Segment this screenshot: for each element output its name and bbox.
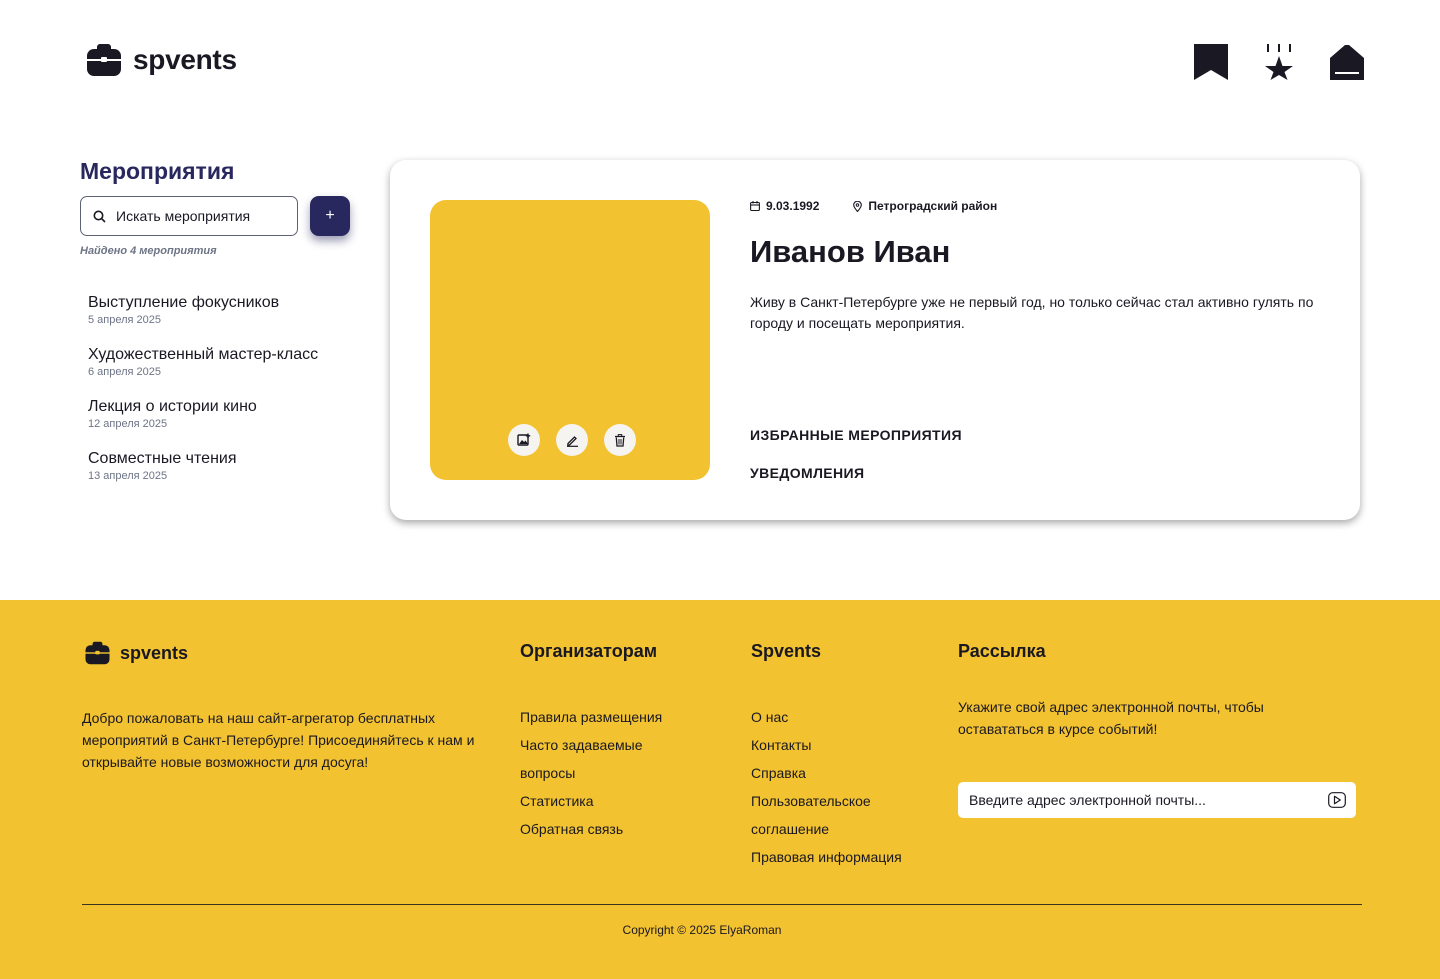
profile-card: 9.03.1992 Петроградский район Иванов Ива… (390, 160, 1360, 520)
newsletter-form (958, 782, 1356, 818)
event-date: 5 апреля 2025 (88, 314, 162, 326)
send-icon[interactable] (1328, 792, 1346, 808)
edit-icon (566, 435, 578, 447)
change-photo-button[interactable] (508, 424, 540, 456)
copyright: Copyright © 2025 ElyaRoman (622, 923, 782, 937)
event-title: Лекция о истории кино (88, 398, 257, 415)
newsletter-text: Укажите свой адрес электронной почты, чт… (958, 699, 1264, 737)
list-item[interactable]: Выступление фокусников 5 апреля 2025 (88, 293, 352, 327)
footer-logo[interactable]: spvents (84, 641, 188, 665)
favorites-star-icon[interactable] (1262, 44, 1296, 80)
footer-spvents-title: Spvents (751, 641, 822, 661)
footer-link[interactable]: Справка (751, 759, 921, 787)
email-input[interactable] (969, 792, 1309, 808)
event-date: 12 апреля 2025 (88, 418, 168, 430)
header-nav (1194, 44, 1364, 80)
edit-photo-button[interactable] (556, 424, 588, 456)
footer-spvents-column: Spvents О нас Контакты Справка Пользоват… (751, 641, 921, 871)
suitcase-logo-icon (85, 641, 110, 665)
birth-date: 9.03.1992 (750, 199, 819, 213)
profile-meta: 9.03.1992 Петроградский район (750, 199, 997, 213)
list-item[interactable]: Лекция о истории кино 12 апреля 2025 (88, 397, 352, 431)
list-item[interactable]: Совместные чтения 13 апреля 2025 (88, 449, 352, 483)
footer-newsletter-title: Рассылка (958, 641, 1046, 661)
district-text: Петроградский район (868, 199, 998, 213)
profile-photo (430, 200, 710, 480)
footer-description: Добро пожаловать на наш сайт-агрегатор б… (82, 710, 475, 770)
delete-icon (615, 433, 625, 447)
event-title: Выступление фокусников (88, 294, 280, 311)
footer-divider (82, 904, 1362, 905)
footer-link[interactable]: О нас (751, 703, 921, 731)
add-event-button[interactable]: + (310, 196, 350, 236)
change-photo-icon (517, 433, 531, 446)
birth-date-text: 9.03.1992 (766, 199, 820, 213)
footer-link[interactable]: Часто задаваемые вопросы (520, 731, 690, 787)
event-list: Выступление фокусников 5 апреля 2025 Худ… (80, 293, 352, 483)
footer-organizers-title: Организаторам (520, 641, 658, 661)
profile-name: Иванов Иван (750, 234, 951, 269)
footer-link[interactable]: Правовая информация (751, 843, 921, 871)
sidebar-title: Мероприятия (80, 158, 235, 184)
photo-actions (508, 424, 636, 456)
suitcase-logo-icon (87, 44, 121, 76)
bookmark-icon[interactable] (1194, 44, 1228, 80)
event-date: 6 апреля 2025 (88, 366, 162, 378)
footer-link[interactable]: Статистика (520, 787, 690, 815)
home-icon[interactable] (1330, 44, 1364, 80)
found-count: Найдено 4 мероприятия (80, 245, 217, 257)
footer-organizers-column: Организаторам Правила размещения Часто з… (520, 641, 690, 843)
search-input[interactable] (116, 208, 286, 224)
favorite-events-link[interactable]: ИЗБРАННЫЕ МЕРОПРИЯТИЯ (750, 427, 962, 443)
footer-link[interactable]: Пользовательское соглашение (751, 787, 921, 843)
location-pin-icon (853, 200, 863, 212)
search-row: + (80, 196, 352, 236)
footer-link[interactable]: Правила размещения (520, 703, 690, 731)
footer-link[interactable]: Контакты (751, 731, 921, 759)
search-box[interactable] (80, 196, 298, 236)
delete-photo-button[interactable] (604, 424, 636, 456)
calendar-icon (750, 201, 760, 211)
event-title: Совместные чтения (88, 450, 237, 467)
footer-newsletter-column: Рассылка Укажите свой адрес электронной … (958, 641, 1358, 818)
event-title: Художественный мастер-класс (88, 346, 319, 363)
logo-text: spvents (133, 44, 237, 75)
list-item[interactable]: Художественный мастер-класс 6 апреля 202… (88, 345, 352, 379)
search-icon (93, 210, 106, 223)
site-logo[interactable]: spvents (86, 43, 237, 77)
event-date: 13 апреля 2025 (88, 470, 168, 482)
notifications-link[interactable]: УВЕДОМЛЕНИЯ (750, 465, 864, 481)
footer-logo-text: spvents (120, 642, 189, 663)
profile-bio: Живу в Санкт-Петербурге уже не первый го… (750, 294, 1314, 331)
events-sidebar: Мероприятия + Найдено 4 мероприятия Выст… (80, 158, 352, 501)
district: Петроградский район (853, 199, 997, 213)
footer: spvents Добро пожаловать на наш сайт-агр… (0, 600, 1440, 979)
footer-link[interactable]: Обратная связь (520, 815, 690, 843)
